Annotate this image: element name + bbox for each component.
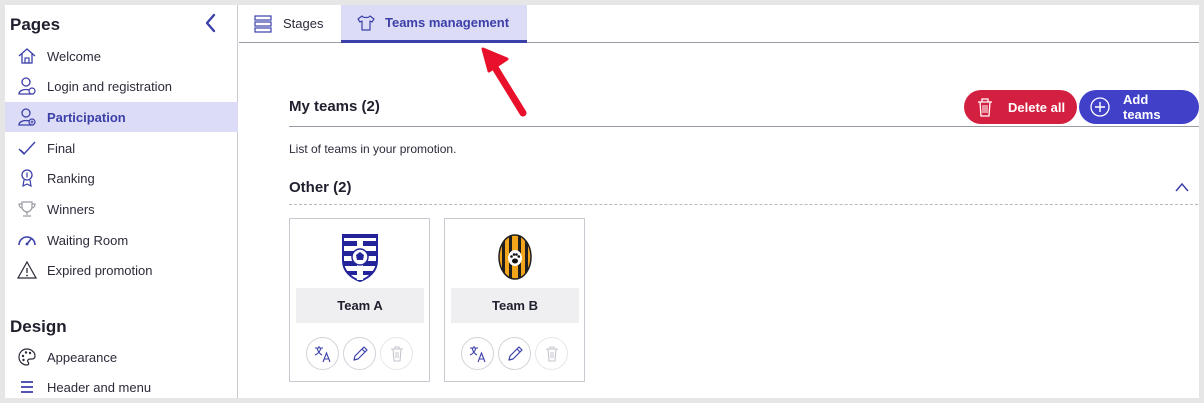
home-icon: [17, 46, 37, 66]
red-pointer-arrow: [481, 47, 527, 117]
speedometer-icon: [17, 230, 37, 250]
sidebar-item-participation[interactable]: Participation: [5, 102, 238, 132]
tab-label: Teams management: [385, 15, 510, 30]
pencil-icon: [352, 345, 368, 361]
team-card: Team A: [289, 218, 430, 382]
sidebar-item-label: Winners: [47, 201, 95, 217]
section-divider: [289, 126, 1199, 127]
trash-icon: [390, 345, 403, 362]
user-settings-icon: [17, 76, 37, 96]
team-actions: [306, 337, 417, 370]
menu-icon: [17, 377, 37, 397]
translate-button[interactable]: [461, 337, 494, 370]
add-teams-label: Add teams: [1123, 92, 1161, 122]
team-a-logo: [342, 234, 378, 283]
trophy-icon: [17, 199, 37, 219]
sidebar-item-expired-promotion[interactable]: Expired promotion: [5, 255, 238, 285]
tab-stages[interactable]: Stages: [239, 5, 337, 42]
edit-button[interactable]: [498, 337, 531, 370]
trash-icon: [545, 345, 558, 362]
palette-icon: [17, 347, 37, 367]
group-title: Other (2): [289, 179, 352, 196]
sidebar-item-appearance[interactable]: Appearance: [5, 342, 238, 372]
app-window: Pages Welcome Login and registration Par…: [5, 5, 1199, 398]
user-add-icon: [17, 107, 37, 127]
team-card: Team B: [444, 218, 585, 382]
delete-button[interactable]: [535, 337, 568, 370]
team-actions: [461, 337, 572, 370]
sidebar-item-ranking[interactable]: Ranking: [5, 163, 238, 193]
add-circle-icon: [1089, 96, 1111, 118]
team-name: Team B: [451, 288, 579, 323]
sidebar-item-label: Welcome: [47, 48, 101, 64]
trash-icon: [974, 96, 996, 118]
tab-teams-management[interactable]: Teams management: [341, 5, 527, 43]
sidebar-item-label: Final: [47, 140, 76, 156]
chevron-up-icon[interactable]: [1174, 180, 1190, 198]
sidebar-item-label: Waiting Room: [47, 232, 129, 248]
checkmark-icon: [17, 138, 37, 158]
warning-icon: [17, 260, 37, 280]
collapse-sidebar-icon[interactable]: [201, 12, 221, 34]
sidebar-item-login-and-registration[interactable]: Login and registration: [5, 71, 238, 101]
group-divider: [289, 204, 1199, 205]
my-teams-title: My teams (2): [289, 98, 380, 115]
sidebar-item-welcome[interactable]: Welcome: [5, 41, 238, 71]
translate-icon: [469, 345, 486, 362]
pencil-icon: [507, 345, 523, 361]
tab-label: Stages: [283, 16, 324, 31]
my-teams-description: List of teams in your promotion.: [289, 142, 457, 156]
medal-icon: [17, 168, 37, 188]
sidebar-item-label: Login and registration: [47, 78, 173, 94]
add-teams-button[interactable]: Add teams: [1079, 90, 1199, 124]
team-b-logo: [498, 234, 532, 280]
tab-bar: Stages Teams management: [239, 5, 1199, 43]
pages-heading: Pages: [10, 15, 61, 34]
sidebar-item-label: Appearance: [47, 349, 118, 365]
sidebar-item-waiting-room[interactable]: Waiting Room: [5, 225, 238, 255]
jersey-icon: [357, 14, 375, 31]
delete-all-button[interactable]: Delete all: [964, 90, 1078, 124]
list-icon: [253, 14, 273, 33]
edit-button[interactable]: [343, 337, 376, 370]
sidebar-item-final[interactable]: Final: [5, 133, 238, 163]
sidebar: Pages Welcome Login and registration Par…: [5, 5, 238, 398]
sidebar-item-label: Header and menu: [47, 379, 152, 395]
main-content: Stages Teams management My teams (2) Del…: [239, 5, 1199, 398]
sidebar-item-header-and-menu[interactable]: Header and menu: [5, 372, 238, 398]
translate-icon: [314, 345, 331, 362]
delete-all-label: Delete all: [1008, 99, 1066, 115]
delete-button[interactable]: [380, 337, 413, 370]
sidebar-item-label: Ranking: [47, 170, 95, 186]
sidebar-item-winners[interactable]: Winners: [5, 194, 238, 224]
team-name: Team A: [296, 288, 424, 323]
design-heading: Design: [10, 317, 67, 336]
translate-button[interactable]: [306, 337, 339, 370]
sidebar-item-label: Participation: [47, 109, 126, 125]
sidebar-item-label: Expired promotion: [47, 262, 153, 278]
